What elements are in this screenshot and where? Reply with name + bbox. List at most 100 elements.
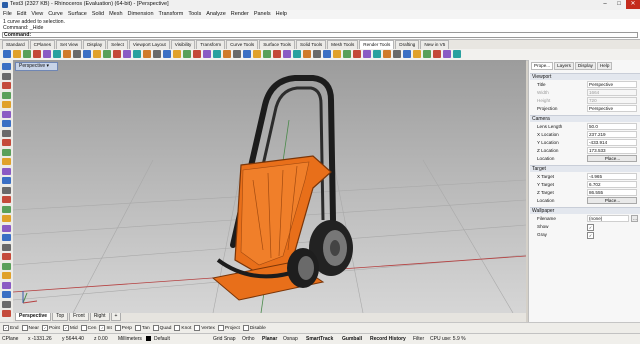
command-input[interactable]: Command: (2, 32, 638, 38)
menu-solid[interactable]: Solid (92, 10, 104, 19)
sidebar-tool-button[interactable] (2, 120, 11, 127)
y-location-field[interactable]: -433.914 (587, 139, 637, 146)
render-tool-button[interactable] (253, 50, 261, 58)
sidebar-tool-button[interactable] (2, 310, 11, 317)
menu-edit[interactable]: Edit (17, 10, 26, 19)
osnap-checkbox[interactable] (242, 325, 249, 331)
title-field[interactable]: Perspective (587, 81, 637, 88)
sidebar-tool-button[interactable] (2, 253, 11, 260)
section-wallpaper[interactable]: Wallpaper (530, 207, 640, 214)
render-tool-button[interactable] (373, 50, 381, 58)
sidebar-tool-button[interactable] (2, 110, 11, 118)
sidebar-tool-button[interactable] (2, 129, 11, 137)
render-tool-button[interactable] (193, 50, 201, 58)
layer-label[interactable]: Default (154, 336, 170, 342)
tab-select[interactable]: Select (107, 40, 128, 49)
sidebar-tool-button[interactable] (2, 291, 11, 298)
render-tool-button[interactable] (453, 50, 461, 58)
units-label[interactable]: Millimeters (118, 336, 142, 342)
render-tool-button[interactable] (323, 50, 331, 58)
projection-select[interactable]: Perspective (587, 105, 637, 112)
render-tool-button[interactable] (123, 50, 131, 58)
sidebar-tool-button[interactable] (2, 281, 11, 289)
tab-properties[interactable]: Prope... (531, 62, 554, 70)
menu-panels[interactable]: Panels (254, 10, 271, 19)
render-tool-button[interactable] (73, 50, 81, 58)
tab-layers[interactable]: Layers (554, 62, 574, 70)
render-tool-button[interactable] (3, 50, 11, 58)
osnap-near[interactable]: Near (21, 325, 39, 331)
osnap-cen[interactable]: Cen (80, 325, 96, 331)
section-camera[interactable]: Camera (530, 115, 640, 122)
render-tool-button[interactable] (403, 50, 411, 58)
target-place-button[interactable]: Place... (587, 197, 637, 204)
sidebar-tool-button[interactable] (2, 177, 11, 184)
render-tool-button[interactable] (243, 50, 251, 58)
render-tool-button[interactable] (283, 50, 291, 58)
render-tool-button[interactable] (353, 50, 361, 58)
render-tool-button[interactable] (133, 50, 141, 58)
sidebar-tool-button[interactable] (2, 139, 11, 146)
osnap-checkbox[interactable]: ✓ (99, 325, 106, 331)
section-target[interactable]: Target (530, 165, 640, 172)
render-tool-button[interactable] (413, 50, 421, 58)
z-target-field[interactable]: 86.555 (587, 189, 637, 196)
osnap-project[interactable]: Project (217, 325, 240, 331)
sidebar-tool-button[interactable] (2, 167, 11, 175)
x-target-field[interactable]: -4.965 (587, 173, 637, 180)
osnap-disable[interactable]: Disable (242, 325, 266, 331)
render-tool-button[interactable] (173, 50, 181, 58)
tab-render-tools[interactable]: Render Tools (359, 40, 395, 49)
show-checkbox[interactable]: ✓ (587, 224, 594, 231)
osnap-checkbox[interactable] (194, 325, 201, 331)
render-tool-button[interactable] (103, 50, 111, 58)
sidebar-tool-button[interactable] (2, 272, 11, 279)
lens-length-field[interactable]: 50.0 (587, 123, 637, 130)
tab-display[interactable]: Display (574, 62, 596, 70)
menu-render[interactable]: Render (231, 10, 249, 19)
sidebar-tool-button[interactable] (2, 158, 11, 165)
render-tool-button[interactable] (363, 50, 371, 58)
tab-mesh-tools[interactable]: Mesh Tools (327, 40, 359, 49)
sidebar-tool-button[interactable] (2, 215, 11, 222)
sidebar-tool-button[interactable] (2, 196, 11, 203)
camera-place-button[interactable]: Place... (587, 155, 637, 162)
render-tool-button[interactable] (293, 50, 301, 58)
render-tool-button[interactable] (343, 50, 351, 58)
tab-display[interactable]: Display (83, 40, 107, 49)
render-tool-button[interactable] (333, 50, 341, 58)
minimize-button[interactable]: – (598, 0, 612, 9)
osnap-tan[interactable]: Tan (134, 325, 150, 331)
tab-visibility[interactable]: Visibility (170, 40, 196, 49)
render-tool-button[interactable] (93, 50, 101, 58)
render-tool-button[interactable] (63, 50, 71, 58)
tab-right[interactable]: Right (89, 313, 110, 321)
add-viewport-button[interactable]: + (110, 313, 122, 321)
sidebar-tool-button[interactable] (2, 186, 11, 194)
osnap-end[interactable]: ✓ End (3, 325, 19, 331)
menu-help[interactable]: Help (276, 10, 287, 19)
render-tool-button[interactable] (393, 50, 401, 58)
tab-help[interactable]: Help (596, 62, 613, 70)
tab-front[interactable]: Front (69, 313, 89, 321)
tab-set-view[interactable]: Set View (56, 40, 83, 49)
tab-transform[interactable]: Transform (196, 40, 226, 49)
render-tool-button[interactable] (273, 50, 281, 58)
render-tool-button[interactable] (433, 50, 441, 58)
menu-transform[interactable]: Transform (159, 10, 184, 19)
menu-dimension[interactable]: Dimension (128, 10, 154, 19)
osnap-perp[interactable]: Perp (114, 325, 132, 331)
toggle-ortho[interactable]: Ortho (242, 336, 255, 342)
render-tool-button[interactable] (263, 50, 271, 58)
render-tool-button[interactable] (13, 50, 21, 58)
render-tool-button[interactable] (303, 50, 311, 58)
render-tool-button[interactable] (83, 50, 91, 58)
osnap-checkbox[interactable] (152, 325, 159, 331)
osnap-checkbox[interactable] (174, 325, 181, 331)
sidebar-tool-button[interactable] (2, 234, 11, 241)
toggle-filter[interactable]: Filter (413, 336, 424, 342)
close-button[interactable]: ✕ (626, 0, 640, 9)
sidebar-tool-button[interactable] (2, 101, 11, 108)
sidebar-tool-button[interactable] (2, 148, 11, 156)
osnap-mid[interactable]: ✓ Mid (62, 325, 78, 331)
